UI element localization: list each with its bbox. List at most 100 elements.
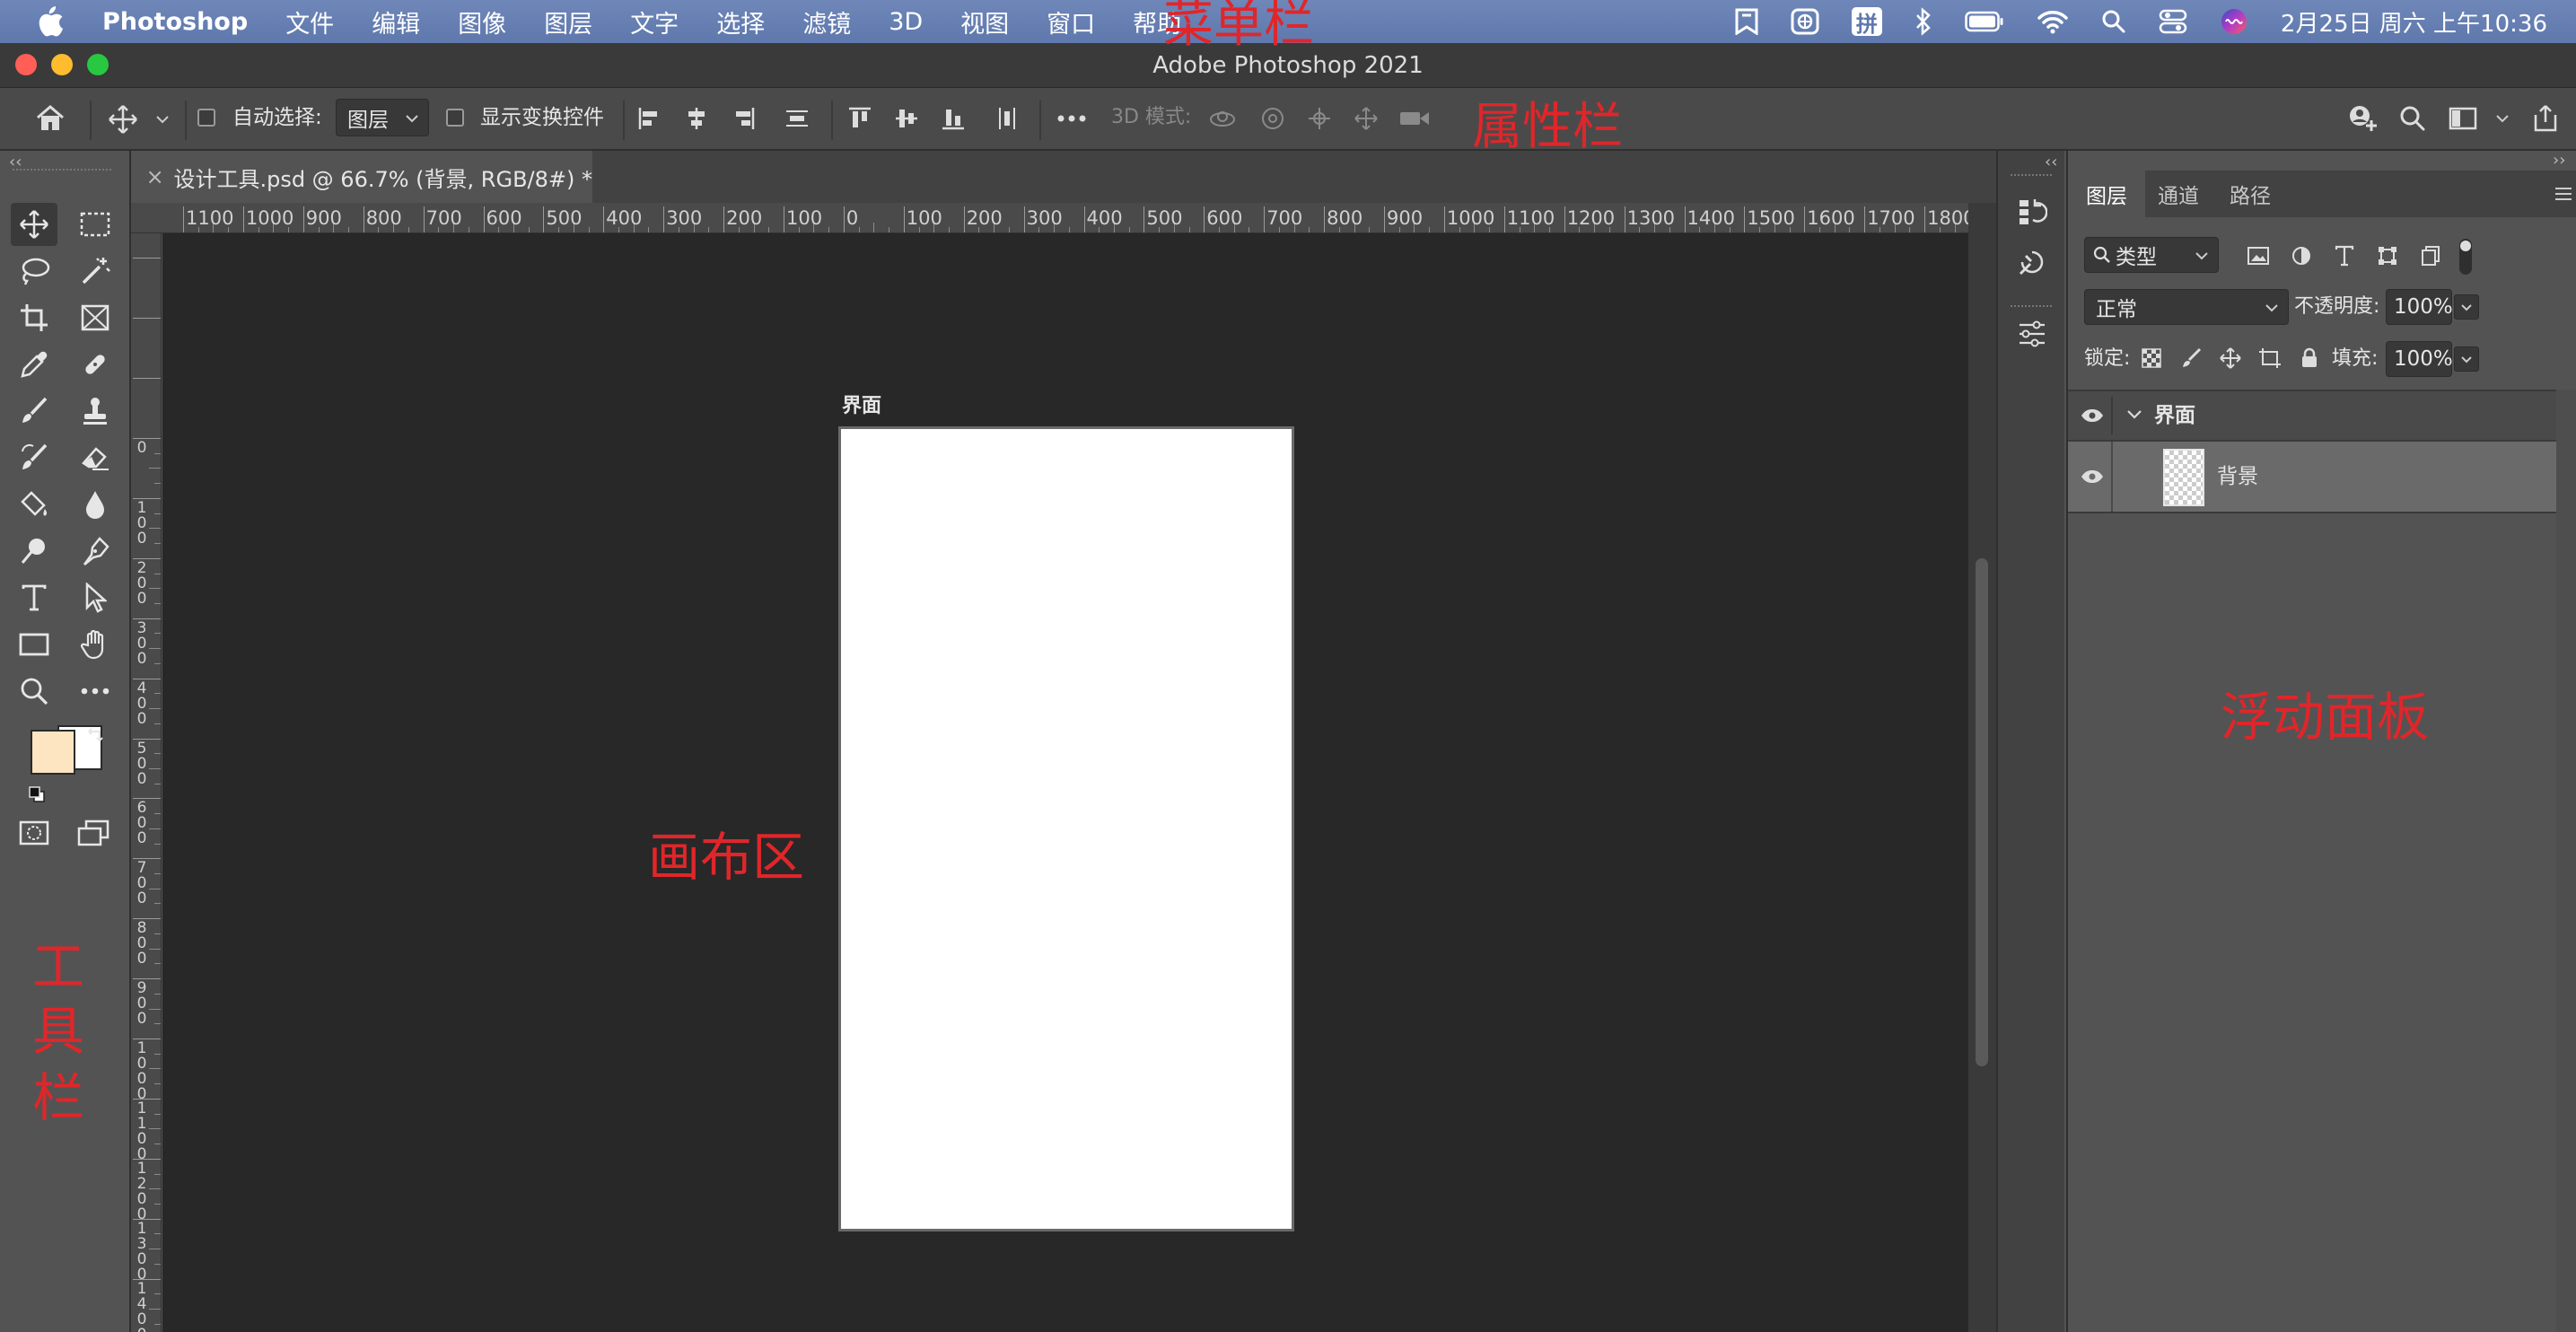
menu-type[interactable]: 文字 — [630, 4, 679, 39]
pen-tool[interactable] — [72, 530, 118, 573]
frame-tool[interactable] — [72, 296, 118, 339]
crop-tool[interactable] — [11, 296, 57, 339]
path-selection-tool[interactable] — [72, 576, 118, 619]
artboard-label[interactable]: 界面 — [842, 390, 881, 418]
opacity-slider-chevron-icon[interactable] — [2454, 294, 2479, 320]
document-tab[interactable]: × 设计工具.psd @ 66.7% (背景, RGB/8#) * — [131, 151, 592, 203]
type-tool[interactable] — [11, 576, 57, 619]
3d-slide-icon[interactable] — [1350, 102, 1382, 135]
layer-row-group[interactable]: 界面 — [2068, 391, 2556, 440]
visibility-eye-icon[interactable] — [2079, 402, 2106, 429]
align-horizontal-center-icon[interactable] — [680, 102, 713, 135]
foreground-color-swatch[interactable] — [31, 730, 75, 775]
workspace-chevron-icon[interactable] — [2492, 108, 2513, 129]
fill-field[interactable]: 100% — [2386, 341, 2453, 377]
filter-pixel-icon[interactable] — [2244, 242, 2273, 269]
clone-stamp-tool[interactable] — [72, 390, 118, 433]
siri-icon[interactable] — [2220, 7, 2248, 36]
paint-bucket-tool[interactable] — [11, 483, 57, 526]
control-center-icon[interactable] — [2159, 9, 2187, 34]
menu-window[interactable]: 窗口 — [1047, 4, 1095, 39]
filter-adjustment-icon[interactable] — [2287, 242, 2316, 269]
layers-scrollbar[interactable] — [2556, 390, 2576, 1332]
history-panel-icon[interactable] — [2012, 194, 2052, 230]
battery-icon[interactable] — [1965, 11, 2004, 32]
filter-shape-icon[interactable] — [2373, 242, 2402, 269]
filter-toggle[interactable] — [2459, 239, 2472, 275]
layer-filter-dropdown[interactable]: 类型 — [2084, 237, 2219, 273]
align-vertical-center-icon[interactable] — [890, 102, 923, 135]
menu-file[interactable]: 文件 — [285, 4, 334, 39]
marquee-tool[interactable] — [72, 203, 118, 246]
tab-paths[interactable]: 路径 — [2212, 171, 2289, 217]
menu-select[interactable]: 选择 — [716, 4, 765, 39]
3d-camera-icon[interactable] — [1397, 102, 1433, 135]
collapse-panel-icon[interactable]: ›› — [2553, 151, 2565, 170]
3d-pan-icon[interactable] — [1303, 102, 1336, 135]
move-tool[interactable] — [11, 203, 57, 246]
lock-all-icon[interactable] — [2296, 345, 2323, 372]
tab-layers[interactable]: 图层 — [2068, 171, 2145, 217]
lasso-tool[interactable] — [11, 250, 57, 293]
lock-transparent-pixels-icon[interactable] — [2138, 345, 2165, 372]
distribute-icon[interactable] — [781, 102, 813, 135]
lock-position-icon[interactable] — [2217, 345, 2244, 372]
align-bottom-icon[interactable] — [937, 102, 969, 135]
dock-grip[interactable] — [2011, 174, 2052, 176]
blend-mode-dropdown[interactable]: 正常 — [2084, 289, 2289, 325]
dock-grip-2[interactable] — [2011, 305, 2052, 307]
layer-row-selected[interactable]: 背景 — [2068, 442, 2556, 512]
default-colors-icon[interactable] — [27, 784, 47, 804]
menu-3d[interactable]: 3D — [889, 8, 923, 36]
align-top-icon[interactable] — [844, 102, 876, 135]
filter-type-icon[interactable] — [2330, 242, 2359, 269]
blur-tool[interactable] — [72, 483, 118, 526]
adjustments-panel-icon[interactable] — [2012, 316, 2052, 352]
expand-chevron-icon[interactable] — [2124, 404, 2145, 425]
align-left-icon[interactable] — [634, 102, 666, 135]
move-tool-icon[interactable] — [105, 101, 141, 137]
wifi-icon[interactable] — [2037, 9, 2069, 34]
edit-toolbar-button[interactable] — [72, 670, 118, 713]
bookmark-app-icon[interactable] — [1735, 8, 1758, 35]
menu-layer[interactable]: 图层 — [544, 4, 592, 39]
share-user-icon[interactable] — [2344, 101, 2380, 136]
menu-view[interactable]: 视图 — [960, 4, 1009, 39]
eraser-tool[interactable] — [72, 436, 118, 479]
globe-app-icon[interactable] — [1791, 8, 1819, 35]
share-export-icon[interactable] — [2528, 101, 2563, 136]
eyedropper-tool[interactable] — [11, 343, 57, 386]
apple-icon[interactable] — [32, 4, 66, 39]
home-icon[interactable] — [32, 101, 68, 136]
scrollbar-thumb[interactable] — [1976, 558, 1988, 1066]
input-method-icon[interactable]: 拼 — [1851, 7, 1882, 37]
lock-artboard-icon[interactable] — [2256, 345, 2283, 372]
vertical-scrollbar[interactable] — [1968, 203, 1996, 1332]
layer-thumbnail[interactable] — [2163, 449, 2204, 506]
artboard[interactable] — [838, 426, 1294, 1231]
bluetooth-icon[interactable] — [1914, 7, 1932, 36]
history-brush-tool[interactable] — [11, 436, 57, 479]
tool-preset-chevron-icon[interactable] — [151, 108, 174, 131]
menu-image[interactable]: 图像 — [458, 4, 506, 39]
show-transform-checkbox[interactable] — [446, 109, 464, 127]
auto-select-dropdown[interactable]: 图层 — [336, 99, 429, 136]
menu-edit[interactable]: 编辑 — [372, 4, 420, 39]
more-options-icon[interactable] — [1054, 102, 1090, 135]
filter-smart-object-icon[interactable] — [2416, 242, 2445, 269]
3d-orbit-icon[interactable] — [1206, 102, 1239, 135]
search-icon[interactable] — [2395, 101, 2431, 136]
properties-panel-icon[interactable] — [2012, 244, 2052, 280]
lock-image-pixels-icon[interactable] — [2177, 345, 2204, 372]
3d-roll-icon[interactable] — [1257, 102, 1289, 135]
close-tab-icon[interactable]: × — [142, 159, 168, 195]
zoom-tool[interactable] — [11, 670, 57, 713]
distribute-vertical-icon[interactable] — [991, 102, 1023, 135]
quick-mask-icon[interactable] — [16, 817, 52, 849]
screen-mode-icon[interactable] — [75, 817, 111, 849]
magic-wand-tool[interactable] — [72, 250, 118, 293]
auto-select-checkbox[interactable] — [197, 109, 215, 127]
collapse-dock-icon[interactable]: ‹‹ — [2045, 153, 2057, 171]
panel-menu-icon[interactable] — [2551, 181, 2576, 206]
swap-colors-icon[interactable] — [84, 725, 106, 747]
